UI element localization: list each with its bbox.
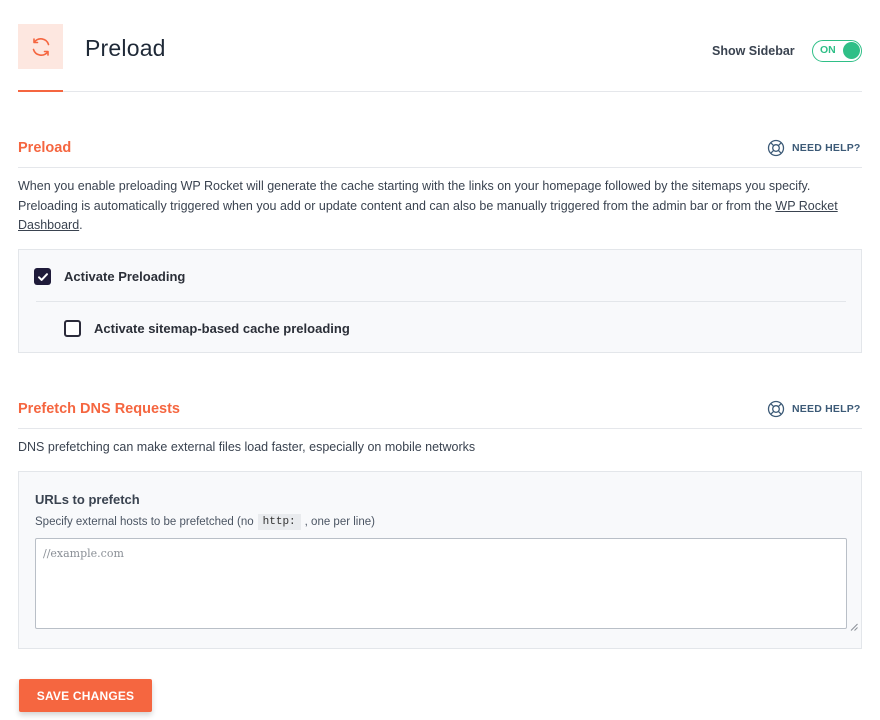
http-code-snippet: http: <box>257 514 301 530</box>
prefetch-need-help-link[interactable]: NEED HELP? <box>767 400 861 418</box>
prefetch-urls-panel: URLs to prefetch Specify external hosts … <box>18 471 862 649</box>
sitemap-preloading-checkbox[interactable] <box>64 320 81 337</box>
need-help-label: NEED HELP? <box>792 142 861 154</box>
preload-description-text: When you enable preloading WP Rocket wil… <box>18 179 811 213</box>
need-help-label: NEED HELP? <box>792 403 861 415</box>
toggle-state-text: ON <box>820 44 836 56</box>
section-divider <box>18 167 862 168</box>
active-tab-indicator <box>18 90 63 92</box>
sitemap-preloading-label: Activate sitemap-based cache preloading <box>94 321 350 336</box>
sitemap-preloading-option[interactable]: Activate sitemap-based cache preloading <box>64 320 350 337</box>
activate-preloading-checkbox[interactable] <box>34 268 51 285</box>
show-sidebar-label: Show Sidebar <box>712 44 795 58</box>
preload-description-end: . <box>79 218 83 232</box>
checkmark-icon <box>37 272 48 281</box>
prefetch-section-title: Prefetch DNS Requests <box>18 401 180 417</box>
activate-preloading-label: Activate Preloading <box>64 269 186 284</box>
field-desc-before: Specify external hosts to be prefetched … <box>35 516 254 528</box>
urls-to-prefetch-description: Specify external hosts to be prefetched … <box>35 514 375 530</box>
page-header: Preload Show Sidebar ON <box>18 0 862 92</box>
resize-grip-icon[interactable] <box>850 623 858 631</box>
toggle-knob <box>843 42 860 59</box>
preload-options-panel: Activate Preloading Activate sitemap-bas… <box>18 249 862 353</box>
urls-to-prefetch-label: URLs to prefetch <box>35 492 140 507</box>
page-title: Preload <box>85 35 166 61</box>
section-divider <box>18 428 862 429</box>
lifebuoy-icon <box>767 400 785 418</box>
preload-need-help-link[interactable]: NEED HELP? <box>767 139 861 157</box>
panel-divider <box>36 301 846 302</box>
prefetch-description: DNS prefetching can make external files … <box>18 440 476 454</box>
show-sidebar-toggle[interactable]: ON <box>812 40 862 62</box>
lifebuoy-icon <box>767 139 785 157</box>
refresh-icon <box>18 24 63 69</box>
preload-description: When you enable preloading WP Rocket wil… <box>18 177 862 236</box>
activate-preloading-option[interactable]: Activate Preloading <box>34 268 185 285</box>
preload-section-title: Preload <box>18 140 72 156</box>
field-desc-after: , one per line) <box>304 516 375 528</box>
save-changes-button[interactable]: SAVE CHANGES <box>19 679 152 712</box>
prefetch-urls-textarea[interactable] <box>35 538 847 629</box>
